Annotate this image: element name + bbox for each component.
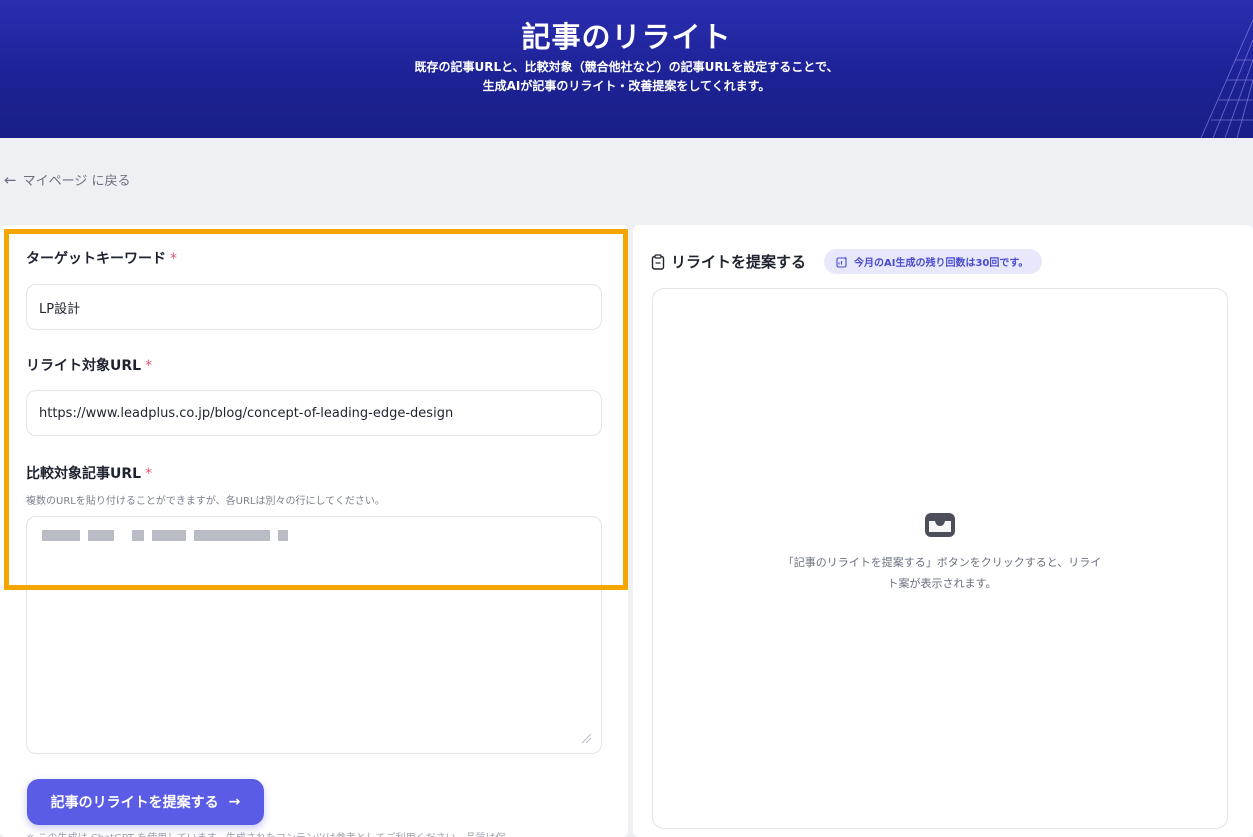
back-link-label: マイページ に戻る <box>22 174 131 189</box>
result-heading-text: リライトを提案する <box>671 253 807 271</box>
required-mark: * <box>145 466 153 482</box>
target-keyword-input[interactable]: LP設計 <box>26 284 602 330</box>
compare-url-label: 比較対象記事URL * <box>26 463 152 483</box>
target-keyword-label-text: ターゲットキーワード <box>26 251 166 267</box>
sparkle-doc-icon <box>836 256 848 268</box>
arrow-right-icon: → <box>228 794 241 810</box>
ai-quota-text: 今月のAI生成の残り回数は30回です。 <box>854 258 1029 269</box>
empty-state-line-2: ト案が表示されます。 <box>887 577 997 590</box>
textarea-resize-handle[interactable] <box>580 732 592 744</box>
page-description-line-2: 生成AIが記事のリライト・改善提案をしてくれます。 <box>482 79 771 93</box>
page-description: 既存の記事URLと、比較対象（競合他社など）の記事URLを設定することで、 生成… <box>0 58 1253 96</box>
rewrite-target-url-value: https://www.leadplus.co.jp/blog/concept-… <box>39 405 454 421</box>
rewrite-target-url-label-text: リライト対象URL <box>26 358 142 374</box>
arrow-left-icon: ← <box>4 170 17 189</box>
ai-quota-badge: 今月のAI生成の残り回数は30回です。 <box>824 249 1043 274</box>
result-heading: リライトを提案する <box>651 251 806 272</box>
empty-state-message: 「記事のリライトを提案する」ボタンをクリックすると、リライ ト案が表示されます。 <box>752 552 1132 594</box>
compare-url-textarea[interactable] <box>26 516 602 754</box>
redacted-url-text <box>42 530 288 541</box>
compare-url-hint: 複数のURLを貼り付けることができますが、各URLは別々の行にしてください。 <box>26 496 385 507</box>
page-description-line-1: 既存の記事URLと、比較対象（競合他社など）の記事URLを設定することで、 <box>414 60 839 74</box>
required-mark: * <box>170 251 177 267</box>
page-title: 記事のリライト <box>521 20 732 54</box>
disclaimer-note: ※ この生成は ChatGPT を使用しています。生成されたコンテンツは参考とし… <box>26 829 506 837</box>
page-header-banner: 記事のリライト 既存の記事URLと、比較対象（競合他社など）の記事URLを設定す… <box>0 0 1253 138</box>
rewrite-target-url-label: リライト対象URL * <box>26 355 152 375</box>
required-mark: * <box>145 358 153 374</box>
target-keyword-label: ターゲットキーワード * <box>26 248 177 268</box>
rewrite-target-url-input[interactable]: https://www.leadplus.co.jp/blog/concept-… <box>26 390 602 436</box>
empty-state-line-1: 「記事のリライトを提案する」ボタンをクリックすると、リライ <box>782 556 1102 569</box>
compare-url-label-text: 比較対象記事URL <box>26 466 142 482</box>
back-to-mypage-link[interactable]: ← マイページ に戻る <box>4 170 131 190</box>
inbox-icon <box>925 513 955 537</box>
suggest-rewrite-button-label: 記事のリライトを提案する <box>50 795 219 811</box>
suggest-rewrite-button[interactable]: 記事のリライトを提案する → <box>27 779 264 825</box>
target-keyword-value: LP設計 <box>39 301 81 317</box>
clipboard-icon <box>651 253 665 270</box>
